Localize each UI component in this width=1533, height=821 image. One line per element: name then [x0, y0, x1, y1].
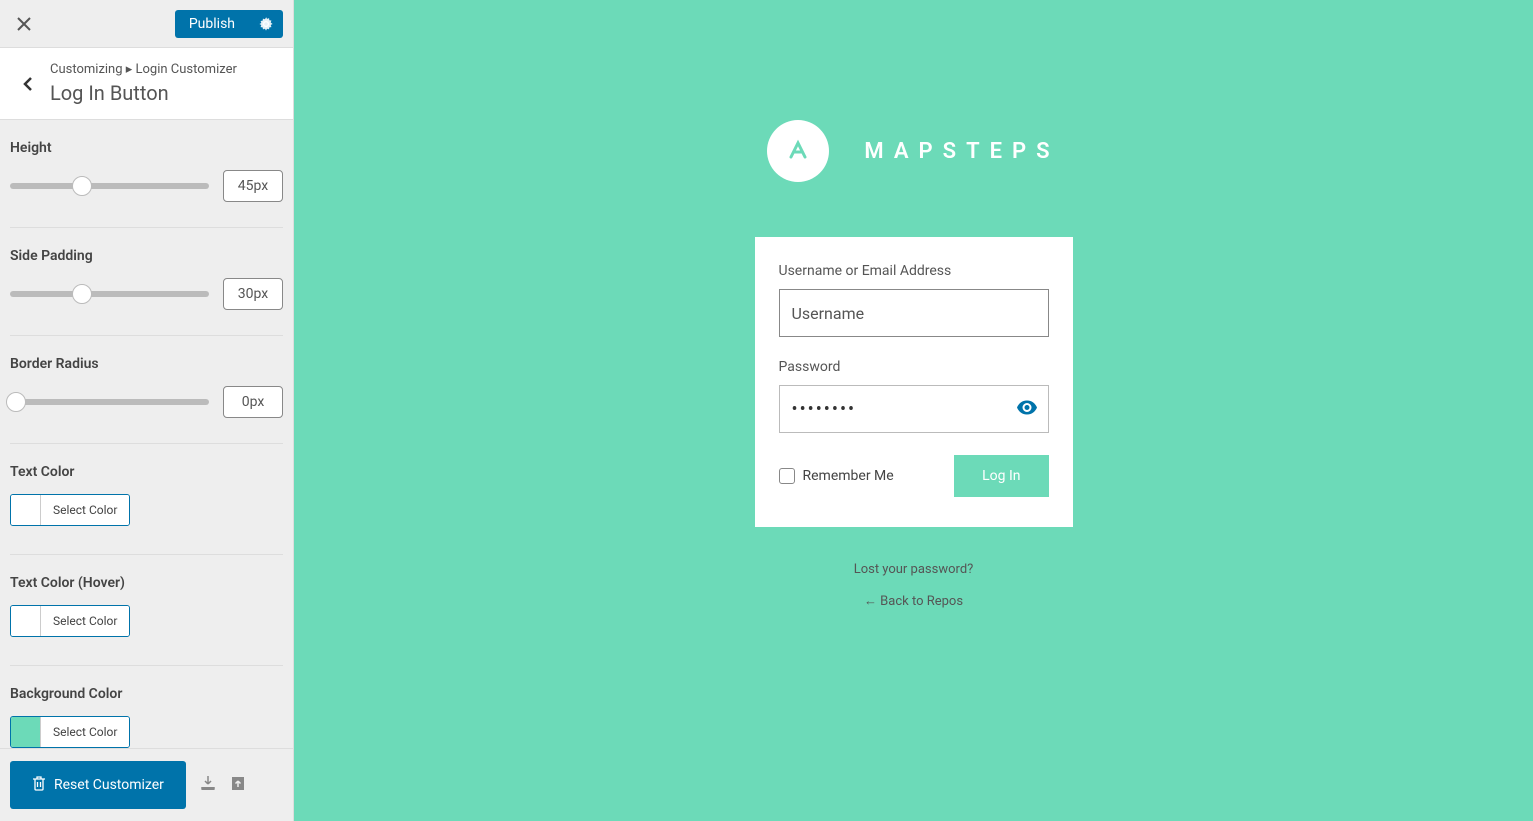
text-color-hover-picker[interactable]: Select Color [10, 605, 130, 637]
login-form: Username or Email Address Password Remem… [755, 237, 1073, 527]
height-slider-row: 45px [10, 170, 283, 202]
height-value[interactable]: 45px [223, 170, 283, 202]
background-color-label: Background Color [10, 686, 283, 702]
form-bottom: Remember Me Log In [779, 455, 1049, 497]
reset-label: Reset Customizer [54, 777, 164, 793]
back-button[interactable] [18, 74, 38, 94]
breadcrumb-content: Customizing ▸ Login Customizer Log In Bu… [50, 62, 275, 105]
username-label: Username or Email Address [779, 263, 1049, 279]
background-color-picker[interactable]: Select Color [10, 716, 130, 748]
download-icon[interactable] [200, 775, 216, 795]
preview-pane: MAPSTEPS Username or Email Address Passw… [294, 0, 1533, 821]
breadcrumb: Customizing ▸ Login Customizer Log In Bu… [0, 48, 293, 120]
height-slider[interactable] [10, 183, 209, 189]
password-label: Password [779, 359, 1049, 375]
close-icon[interactable] [10, 10, 38, 38]
text-color-button-label: Select Color [41, 495, 129, 525]
background-color-button-label: Select Color [41, 717, 129, 747]
border-radius-value[interactable]: 0px [223, 386, 283, 418]
login-button[interactable]: Log In [954, 455, 1048, 497]
password-input[interactable] [779, 385, 1049, 433]
logo: MAPSTEPS [767, 120, 1059, 182]
trash-icon [32, 775, 46, 795]
sidebar-footer: Reset Customizer [0, 748, 293, 821]
remember-label: Remember Me [803, 468, 894, 484]
breadcrumb-prefix: Customizing [50, 62, 123, 77]
logo-icon [767, 120, 829, 182]
lost-password-link[interactable]: Lost your password? [854, 562, 974, 577]
border-radius-control: Border Radius 0px [10, 356, 283, 444]
border-radius-slider[interactable] [10, 399, 209, 405]
chevron-right-icon: ▸ [126, 62, 136, 77]
page-title: Log In Button [50, 81, 275, 105]
text-color-hover-label: Text Color (Hover) [10, 575, 283, 591]
password-wrapper [779, 385, 1049, 433]
customizer-sidebar: Publish Customizing ▸ Login Customizer L… [0, 0, 294, 821]
gear-icon[interactable] [249, 11, 283, 37]
border-radius-label: Border Radius [10, 356, 283, 372]
side-padding-value[interactable]: 30px [223, 278, 283, 310]
text-color-label: Text Color [10, 464, 283, 480]
text-color-control: Text Color Select Color [10, 464, 283, 555]
publish-group: Publish [175, 10, 283, 38]
username-input[interactable] [779, 289, 1049, 337]
reset-customizer-button[interactable]: Reset Customizer [10, 761, 186, 809]
side-padding-slider-row: 30px [10, 278, 283, 310]
eye-icon[interactable] [1017, 400, 1037, 419]
text-color-picker[interactable]: Select Color [10, 494, 130, 526]
border-radius-slider-row: 0px [10, 386, 283, 418]
logo-text: MAPSTEPS [864, 139, 1059, 164]
publish-button[interactable]: Publish [175, 10, 249, 38]
side-padding-control: Side Padding 30px [10, 248, 283, 336]
background-color-swatch [11, 717, 41, 747]
sidebar-header: Publish [0, 0, 293, 48]
breadcrumb-path: Customizing ▸ Login Customizer [50, 62, 275, 77]
side-padding-slider[interactable] [10, 291, 209, 297]
remember-me-wrap: Remember Me [779, 468, 894, 484]
text-color-hover-swatch [11, 606, 41, 636]
breadcrumb-section-name: Login Customizer [136, 62, 237, 77]
upload-icon[interactable] [230, 775, 246, 795]
height-control: Height 45px [10, 140, 283, 228]
height-slider-thumb[interactable] [72, 176, 92, 196]
text-color-hover-button-label: Select Color [41, 606, 129, 636]
side-padding-label: Side Padding [10, 248, 283, 264]
back-to-site-link[interactable]: ← Back to Repos [864, 593, 963, 609]
border-radius-slider-thumb[interactable] [6, 392, 26, 412]
height-label: Height [10, 140, 283, 156]
controls-panel[interactable]: Height 45px Side Padding 30px Border Rad… [0, 120, 293, 748]
background-color-control: Background Color Select Color [10, 686, 283, 748]
text-color-swatch [11, 495, 41, 525]
side-padding-slider-thumb[interactable] [72, 284, 92, 304]
text-color-hover-control: Text Color (Hover) Select Color [10, 575, 283, 666]
remember-checkbox[interactable] [779, 468, 795, 484]
